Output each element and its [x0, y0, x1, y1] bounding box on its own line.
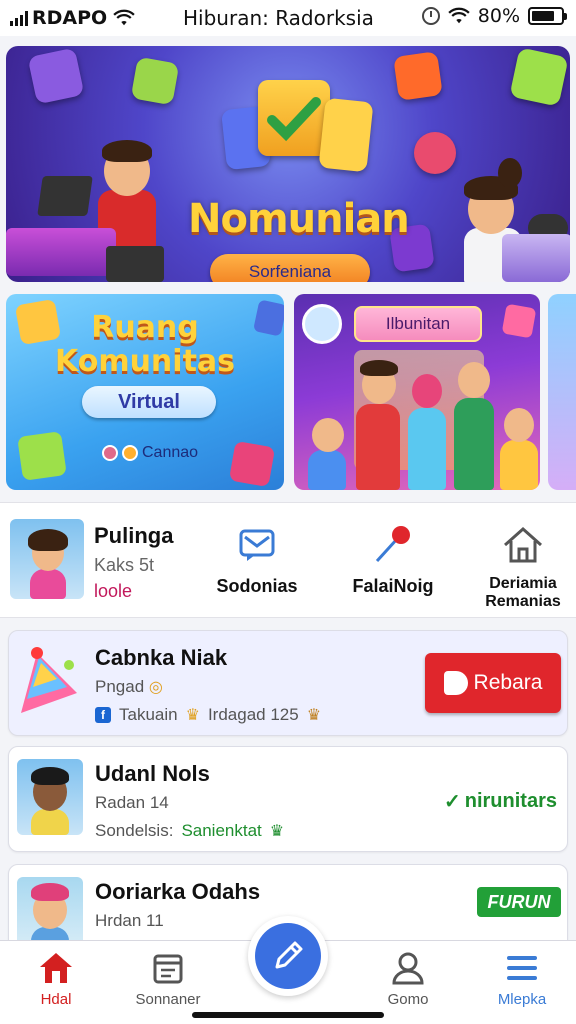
group-characters-illustration [304, 354, 540, 490]
rebara-button[interactable]: Rebara [425, 653, 561, 713]
item-meta-1: Takuain [119, 705, 178, 724]
facebook-icon: f [95, 707, 111, 723]
person-icon [392, 952, 424, 985]
item-avatar [17, 759, 83, 835]
ilbunitan-card[interactable]: Ilbunitan [294, 294, 540, 490]
battery-icon [528, 7, 567, 25]
check-tile-icon [258, 80, 330, 156]
furun-label: FURUN [487, 891, 551, 912]
ruang-komunitas-card[interactable]: Ruang Komunitas Virtual Cannao [6, 294, 284, 490]
ilbunitan-title: Ilbunitan [354, 306, 482, 342]
nav-label: Gomo [387, 991, 429, 1008]
badge-icon [122, 445, 138, 461]
hero-cta-button[interactable]: Sorfeniana [210, 254, 370, 282]
rebara-label: Rebara [473, 671, 543, 694]
item-meta-2: Irdagad 125 [207, 705, 299, 724]
list-item[interactable]: Udanl Nols Radan 14 Sondelsis: Sanienkta… [8, 746, 568, 852]
nav-home[interactable]: Hdal [6, 949, 106, 1008]
create-fab-button[interactable] [248, 916, 328, 996]
hero-cta-label: Sorfeniana [248, 262, 332, 281]
next-card-peek[interactable] [548, 294, 576, 490]
flag-icon [443, 671, 468, 695]
status-title: Hiburan: Radorksia [183, 6, 374, 30]
calendar-icon [153, 954, 183, 984]
pin-icon [375, 526, 410, 563]
plus-tile-icon [17, 431, 67, 481]
dice-tile-icon [228, 440, 276, 488]
screen-illustration [502, 234, 570, 282]
action-label: FalaiNoig [352, 576, 434, 596]
list-item[interactable]: Cabnka Niak Pngad ◎ f Takuain ♛ Irdagad … [8, 630, 568, 736]
status-bar: RDAPO Hiburan: Radorksia 80% [0, 0, 576, 36]
community-tag[interactable]: ✓ nirunitars [444, 789, 557, 814]
wifi-status-icon [448, 7, 470, 24]
star-tile-icon [501, 303, 537, 339]
music-tile-icon [27, 47, 85, 105]
hero-banner[interactable]: Nomunian Sorfeniana [6, 46, 570, 282]
community-tag-label: nirunitars [464, 790, 557, 812]
profile-link[interactable]: loole [94, 581, 132, 602]
signal-icon [10, 10, 28, 26]
number-tile-icon [318, 97, 374, 173]
crown-icon: ♛ [269, 823, 285, 840]
virtual-pill[interactable]: Virtual [82, 386, 216, 418]
item-subtitle: Hrdan 11 [95, 911, 164, 930]
profile-name: Pulinga [94, 523, 174, 548]
nav-profile[interactable]: Gomo [358, 949, 458, 1008]
nav-calendar[interactable]: Sonnaner [118, 949, 218, 1008]
item-title: Cabnka Niak [95, 645, 228, 670]
speaker-illustration [106, 246, 164, 282]
profile-strip: Pulinga Kaks 5t loole Sodonias FalaiNoig [0, 502, 576, 618]
nav-menu[interactable]: Mlepka [472, 949, 572, 1008]
action-label: Sodonias [216, 576, 298, 596]
alarm-icon [421, 7, 440, 25]
item-meta-value: Sanienktat [181, 821, 262, 840]
action-falainoig[interactable]: FalaiNoig [338, 525, 448, 597]
action-sodonias[interactable]: Sodonias [202, 525, 312, 597]
profile-avatar[interactable] [10, 519, 84, 599]
hero-title: Nomunian [188, 196, 410, 242]
pencil-icon [275, 941, 303, 969]
coin-icon: ◎ [148, 679, 163, 696]
fab-circle [255, 923, 321, 989]
card-title-line2: Komunitas [54, 344, 236, 379]
card-title-line1: Ruang [91, 310, 199, 345]
avatar-badge-icon [302, 304, 342, 344]
dj-console-illustration [6, 228, 116, 276]
item-title: Ooriarka Odahs [95, 879, 261, 904]
ilbunitan-title-text: Ilbunitan [385, 314, 451, 333]
nav-label: Hdal [40, 991, 72, 1008]
check-icon: ✓ [443, 791, 461, 813]
home-icon [40, 953, 72, 983]
footer-label: Cannao [142, 444, 199, 461]
virtual-label: Virtual [118, 390, 180, 413]
item-subtitle: Pngad ◎ [95, 677, 163, 696]
card-footer: Cannao [102, 444, 198, 462]
item-meta-label: Sondelsis: [95, 821, 174, 840]
crown-icon: ♛ [306, 707, 322, 724]
profile-subtitle: Kaks 5t [94, 555, 155, 575]
home-indicator [192, 1012, 384, 1018]
target-tile-icon [393, 51, 443, 101]
party-hat-image [17, 643, 83, 719]
nav-label: Sonnaner [135, 991, 201, 1008]
furun-badge[interactable]: FURUN [477, 887, 561, 917]
action-deriamia[interactable]: Deriamia Remanias [468, 525, 576, 610]
puzzle-tile-icon [130, 56, 180, 106]
crown-icon: ♛ [185, 707, 200, 724]
item-title: Udanl Nols [95, 761, 210, 786]
nav-label: Mlepka [497, 991, 547, 1008]
item-meta: Sondelsis: Sanienktat ♛ [95, 821, 284, 841]
record-icon [102, 445, 118, 461]
battery-percent: 80% [477, 5, 520, 27]
wifi-icon [113, 9, 135, 26]
chart-tile-icon [509, 47, 569, 107]
message-icon [239, 529, 275, 561]
action-label: Deriamia Remanias [485, 575, 561, 610]
item-meta: f Takuain ♛ Irdagad 125 ♛ [95, 705, 321, 725]
home-icon [504, 526, 542, 563]
item-subtitle: Radan 14 [95, 793, 169, 812]
menu-icon [507, 956, 537, 980]
carrier-name: RDAPO [32, 7, 108, 29]
